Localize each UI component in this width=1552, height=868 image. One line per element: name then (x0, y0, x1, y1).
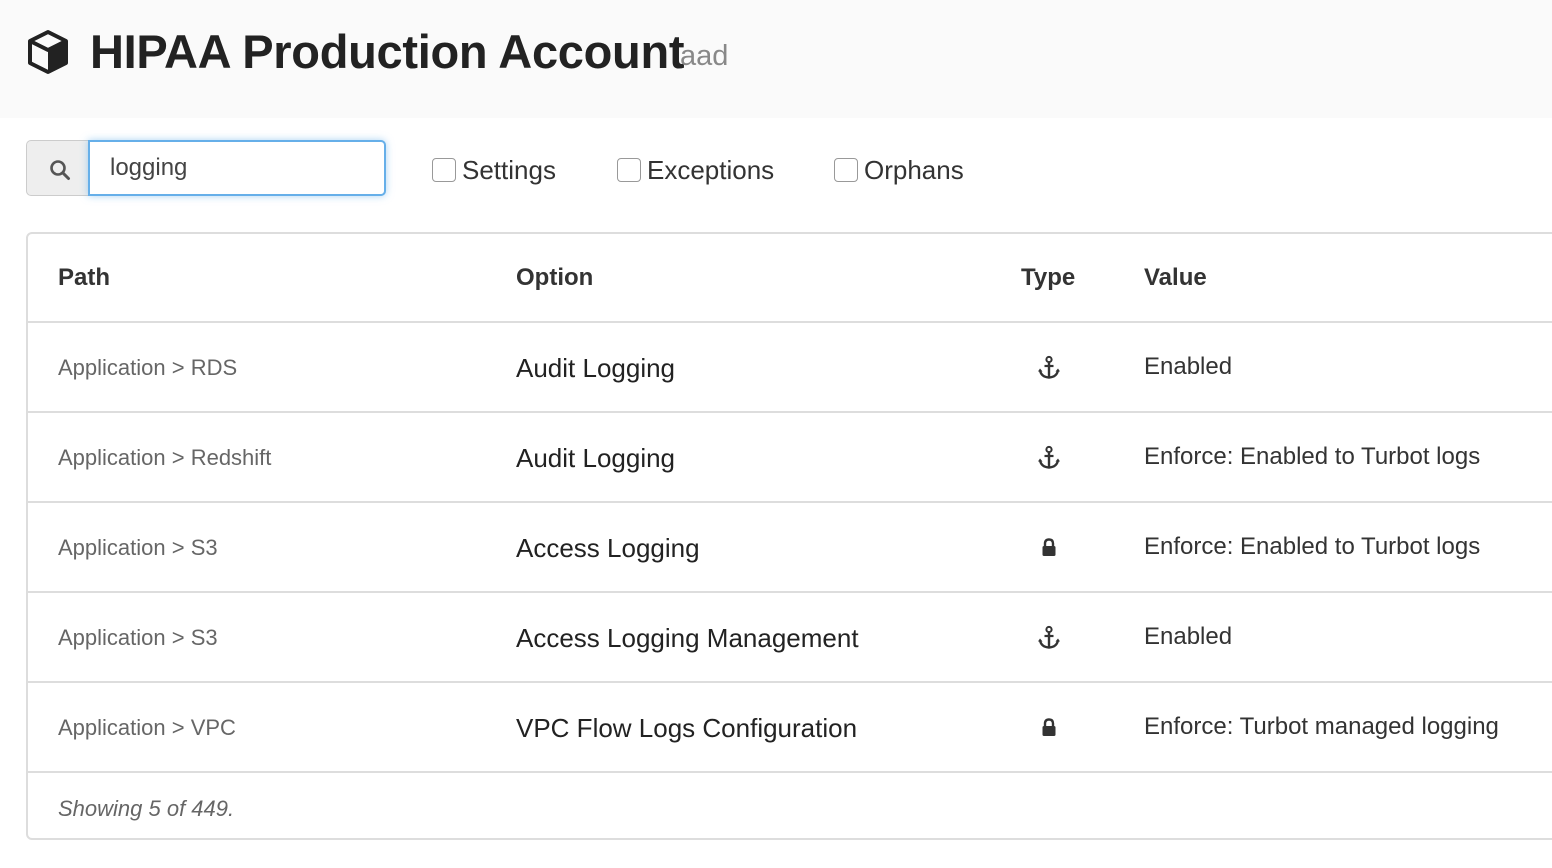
row-value[interactable]: Enabled (1144, 353, 1232, 381)
table-row[interactable]: Application > S3 Access Logging Enforce:… (28, 503, 1552, 593)
row-value[interactable]: Enabled (1144, 623, 1232, 651)
settings-checkbox[interactable] (432, 158, 456, 182)
search-icon (50, 160, 70, 180)
results-table: Path Option Type Value Application > RDS… (26, 232, 1552, 840)
account-alias: aad (680, 40, 729, 72)
row-path[interactable]: Application > VPC (58, 715, 236, 741)
row-value[interactable]: Enforce: Enabled to Turbot logs (1144, 443, 1480, 471)
anchor-icon (1038, 445, 1060, 469)
search-button[interactable] (26, 140, 90, 196)
row-path[interactable]: Application > S3 (58, 535, 218, 561)
column-header-path[interactable]: Path (58, 264, 110, 292)
row-path[interactable]: Application > Redshift (58, 445, 271, 471)
settings-filter[interactable]: Settings (432, 152, 556, 188)
row-option[interactable]: Access Logging Management (516, 623, 859, 654)
table-row[interactable]: Application > RDS Audit Logging Enabled (28, 323, 1552, 413)
exceptions-checkbox[interactable] (617, 158, 641, 182)
cube-icon (28, 30, 68, 74)
column-header-option[interactable]: Option (516, 264, 593, 292)
search-input[interactable] (88, 140, 386, 196)
page-title: HIPAA Production Account (90, 25, 685, 78)
orphans-filter-label: Orphans (864, 154, 964, 185)
exceptions-filter-label: Exceptions (647, 154, 775, 185)
orphans-checkbox[interactable] (834, 158, 858, 182)
lock-icon (1042, 718, 1056, 736)
row-option[interactable]: Audit Logging (516, 353, 675, 384)
row-value[interactable]: Enforce: Enabled to Turbot logs (1144, 533, 1480, 561)
column-header-type[interactable]: Type (1021, 264, 1075, 292)
row-option[interactable]: VPC Flow Logs Configuration (516, 713, 857, 744)
results-count: Showing 5 of 449. (58, 796, 235, 821)
table-row[interactable]: Application > S3 Access Logging Manageme… (28, 593, 1552, 683)
orphans-filter[interactable]: Orphans (834, 152, 964, 188)
table-header: Path Option Type Value (28, 234, 1552, 323)
row-option[interactable]: Audit Logging (516, 443, 675, 474)
anchor-icon (1038, 355, 1060, 379)
page-header: HIPAA Production Account aad (0, 0, 1552, 118)
column-header-value[interactable]: Value (1144, 264, 1207, 292)
row-path[interactable]: Application > RDS (58, 355, 237, 381)
row-option[interactable]: Access Logging (516, 533, 700, 564)
settings-filter-label: Settings (462, 154, 556, 185)
exceptions-filter[interactable]: Exceptions (617, 152, 774, 188)
table-row[interactable]: Application > VPC VPC Flow Logs Configur… (28, 683, 1552, 773)
row-value[interactable]: Enforce: Turbot managed logging (1144, 713, 1499, 741)
table-row[interactable]: Application > Redshift Audit Logging Enf… (28, 413, 1552, 503)
lock-icon (1042, 538, 1056, 556)
row-path[interactable]: Application > S3 (58, 625, 218, 651)
anchor-icon (1038, 625, 1060, 649)
